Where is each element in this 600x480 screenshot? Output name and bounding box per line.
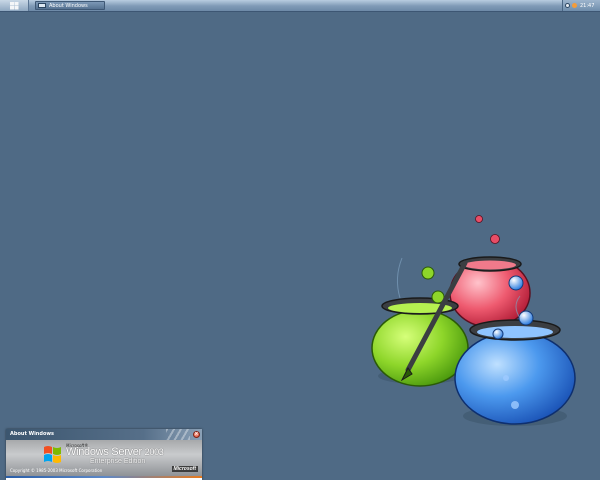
taskbar: About Windows 21:47: [0, 0, 600, 12]
dialog-titlebar[interactable]: About Windows ×: [6, 429, 202, 440]
windows-logo-icon: [9, 1, 18, 9]
network-icon[interactable]: [565, 3, 570, 8]
taskbar-item-about-windows[interactable]: About Windows: [35, 1, 105, 10]
copyright-text: Copyright © 1985-2003 Microsoft Corporat…: [10, 468, 103, 473]
start-button[interactable]: [0, 0, 29, 11]
microsoft-logo: Microsoft: [171, 466, 198, 472]
banner-color-stripe: [6, 476, 202, 478]
wallpaper-cauldrons-illustration: [371, 215, 576, 426]
product-year: 2003: [144, 447, 164, 457]
close-icon[interactable]: ×: [193, 431, 200, 438]
security-shield-icon[interactable]: [572, 3, 577, 8]
product-title: Windows Server: [66, 446, 142, 458]
dialog-title: About Windows: [10, 431, 54, 437]
taskbar-item-label: About Windows: [49, 2, 88, 9]
product-edition: Enterprise Edition: [90, 458, 146, 465]
product-name: Windows Server 2003: [66, 446, 164, 458]
window-icon: [38, 3, 46, 8]
system-tray: 21:47: [562, 0, 600, 11]
titlebar-decoration: [166, 429, 190, 440]
about-windows-dialog: About Windows × Microsoft® Windows Serve…: [6, 429, 202, 480]
windows-flag-logo-icon: [44, 446, 61, 463]
product-banner: Microsoft® Windows Server 2003 Enterpris…: [6, 440, 202, 476]
tray-clock[interactable]: 21:47: [580, 3, 594, 9]
